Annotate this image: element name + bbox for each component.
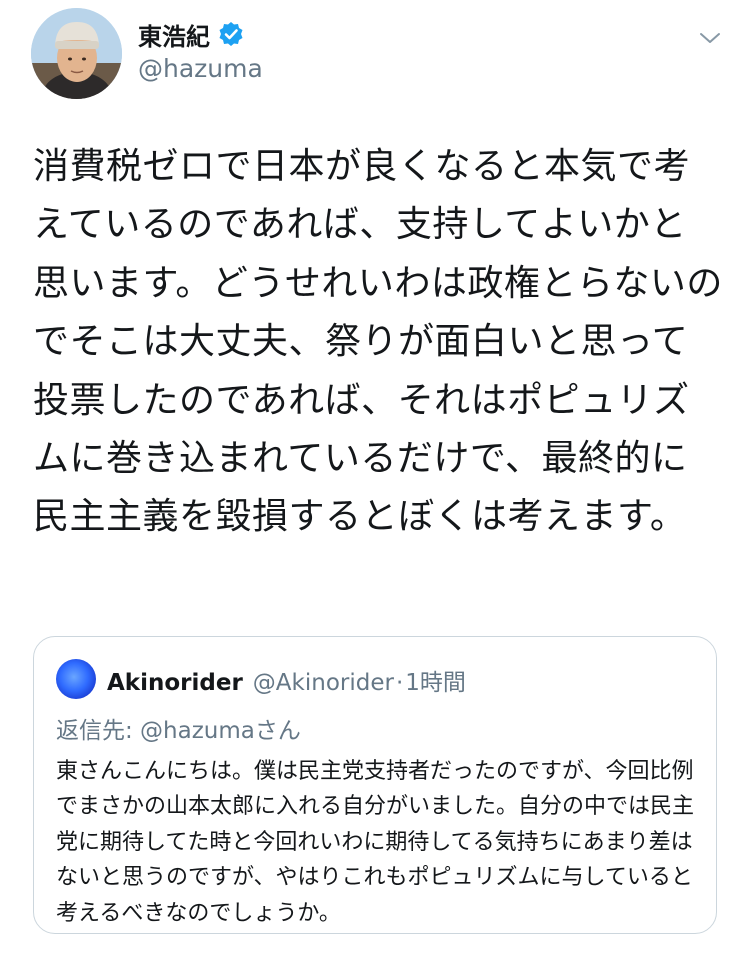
quoted-separator: · bbox=[395, 670, 404, 696]
verified-badge-icon bbox=[218, 21, 244, 47]
avatar[interactable] bbox=[31, 8, 122, 99]
quoted-avatar[interactable] bbox=[56, 659, 96, 699]
chevron-down-icon[interactable] bbox=[698, 26, 722, 50]
author-handle[interactable]: @hazuma bbox=[138, 54, 263, 83]
author-display-name[interactable]: 東浩紀 bbox=[138, 17, 210, 52]
tweet-text: 消費税ゼロで日本が良くなると本気で考えているのであれば、支持してよいかと思います… bbox=[33, 146, 723, 538]
quoted-header: Akinorider @Akinorider · 1時間 bbox=[107, 663, 466, 697]
tweet-card: 東浩紀 @hazuma 消費税ゼロで日本が良くなると本気で考えているのであれば、… bbox=[0, 0, 750, 955]
quoted-handle[interactable]: @Akinorider bbox=[253, 670, 394, 696]
reply-to-label[interactable]: 返信先: @hazumaさん bbox=[56, 711, 301, 745]
quoted-tweet-text: 東さんこんにちは。僕は民主党支持者だったのですが、今回比例でまさかの山本太郎に入… bbox=[56, 759, 695, 926]
quoted-display-name[interactable]: Akinorider bbox=[107, 670, 243, 696]
quoted-tweet[interactable]: Akinorider @Akinorider · 1時間 返信先: @hazum… bbox=[33, 636, 717, 934]
author-block[interactable]: 東浩紀 @hazuma bbox=[138, 16, 263, 83]
quoted-timestamp[interactable]: 1時間 bbox=[405, 663, 466, 697]
